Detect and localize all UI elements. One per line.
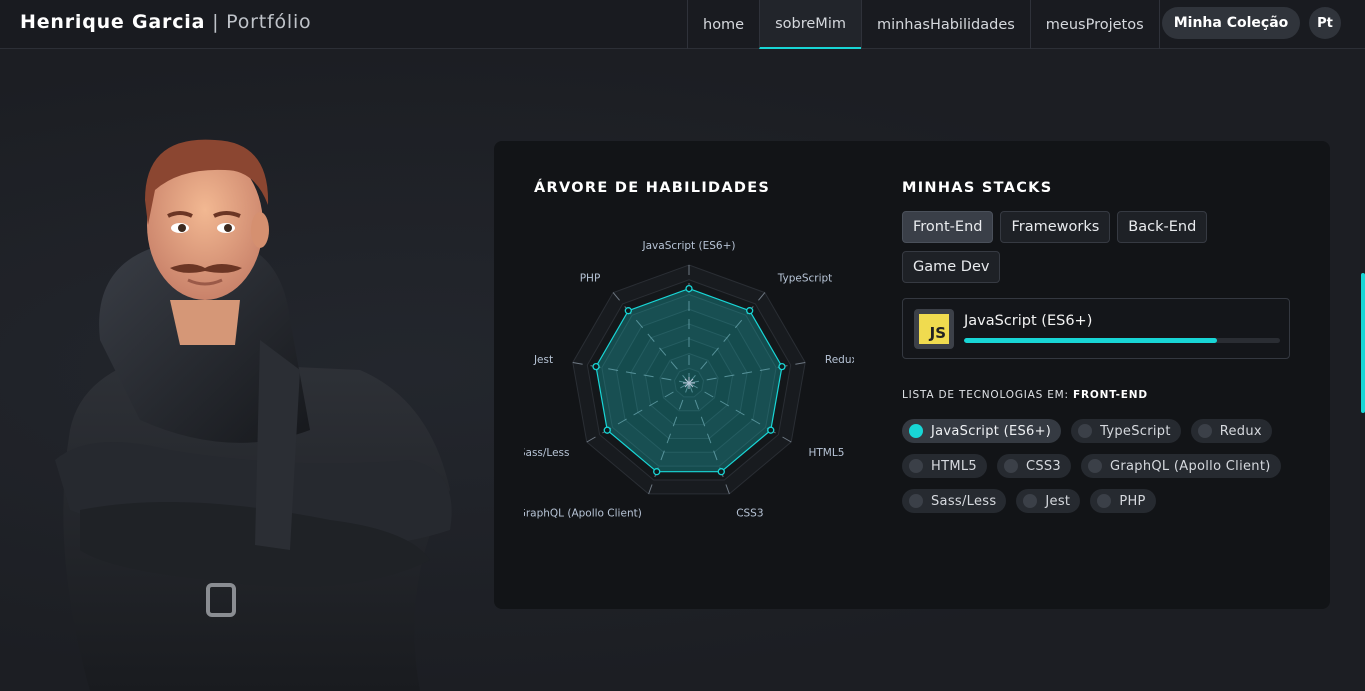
radar-axis-label: CSS3	[736, 508, 763, 520]
tech-chip-dot-icon	[1088, 459, 1103, 473]
skills-panel: ÁRVORE DE HABILIDADES JavaScript (ES6+) T…	[494, 141, 1330, 609]
nav-item-sobremim[interactable]: sobreMim	[759, 0, 861, 49]
tech-chip-dot-icon	[909, 459, 923, 473]
stack-selector: Front-End Frameworks Back-End Game Dev	[902, 211, 1292, 283]
brand-separator: |	[212, 11, 220, 33]
tech-chip-label: JavaScript (ES6+)	[931, 423, 1052, 439]
tech-chip[interactable]: HTML5	[902, 454, 987, 478]
language-button[interactable]: Pt	[1309, 7, 1341, 39]
radar-data-point	[624, 307, 632, 315]
stack-button-frameworks[interactable]: Frameworks	[1000, 211, 1111, 243]
stack-button-back-end[interactable]: Back-End	[1117, 211, 1208, 243]
tech-chip[interactable]: Jest	[1016, 489, 1081, 513]
top-navigation-bar: Henrique Garcia | Portfólio home sobreMi…	[0, 0, 1365, 49]
tech-chip-dot-icon	[1023, 494, 1038, 508]
tech-chip[interactable]: Redux	[1190, 419, 1272, 443]
radar-data-point	[685, 284, 693, 293]
tech-chip-label: CSS3	[1025, 458, 1062, 474]
selected-tech-card: JS JavaScript (ES6+)	[902, 298, 1290, 359]
tech-chip-label: TypeScript	[1100, 423, 1171, 439]
tech-chip-label: GraphQL (Apollo Client)	[1110, 458, 1271, 474]
stack-button-game-dev[interactable]: Game Dev	[902, 251, 1001, 283]
avatar-image	[55, 139, 452, 691]
tech-chip[interactable]: Sass/Less	[902, 489, 1007, 513]
tech-chip-label: PHP	[1119, 493, 1146, 509]
skill-tree-title: ÁRVORE DE HABILIDADES	[534, 180, 771, 196]
radar-axis-label: JavaScript (ES6+)	[642, 241, 736, 252]
radar-data-point	[592, 362, 600, 371]
tech-chip[interactable]: TypeScript	[1071, 419, 1181, 443]
radar-axis-label: Sass/Less	[524, 447, 569, 459]
radar-axis-label: HTML5	[809, 447, 845, 459]
brand-name: Henrique Garcia	[20, 11, 206, 33]
nav-item-meusprojetos[interactable]: meusProjetos	[1029, 0, 1160, 49]
tech-progress-bar	[964, 338, 1280, 343]
nav-item-minhashabilidades[interactable]: minhasHabilidades	[860, 0, 1030, 49]
tech-chip-dot-icon	[1078, 424, 1093, 438]
tech-list-title-prefix: LISTA DE TECNOLOGIAS EM:	[902, 389, 1069, 401]
radar-data-point	[653, 468, 661, 476]
brand-subtitle: Portfólio	[226, 11, 312, 33]
tech-chip-label: HTML5	[931, 458, 977, 474]
radar-axis-label: PHP	[580, 272, 601, 284]
tech-chip-label: Sass/Less	[931, 493, 997, 509]
nav-item-home[interactable]: home	[687, 0, 759, 49]
selected-tech-name: JavaScript (ES6+)	[964, 313, 1093, 329]
collection-button[interactable]: Minha Coleção	[1162, 7, 1300, 39]
radar-data-point	[746, 307, 754, 315]
brand[interactable]: Henrique Garcia | Portfólio	[20, 11, 311, 33]
scrollbar-thumb[interactable]	[1361, 273, 1365, 413]
tech-chip[interactable]: CSS3	[996, 454, 1072, 478]
radar-axis-label: TypeScript	[777, 272, 833, 284]
radar-data-point	[717, 468, 725, 476]
radar-axis-label: Redux	[825, 354, 854, 366]
radar-axis-label: GraphQL (Apollo Client)	[524, 508, 642, 520]
stack-button-front-end[interactable]: Front-End	[902, 211, 994, 243]
radar-data-point	[778, 362, 786, 371]
stacks-title: MINHAS STACKS	[902, 180, 1053, 196]
tech-chip-dot-icon	[1197, 424, 1212, 438]
tech-chip-dot-icon	[909, 494, 923, 508]
tech-list-title: LISTA DE TECNOLOGIAS EM: FRONT-END	[902, 389, 1148, 401]
skill-radar-chart: JavaScript (ES6+) TypeScript Redux HTML5 CSS…	[524, 241, 854, 520]
tech-chip[interactable]: PHP	[1090, 489, 1156, 513]
radar-axis-label: Jest	[533, 354, 553, 366]
tech-chip[interactable]: JavaScript (ES6+)	[902, 419, 1062, 443]
javascript-logo-text: JS	[919, 314, 949, 344]
radar-data-point	[767, 426, 775, 434]
radar-data-point	[603, 426, 611, 434]
tech-chip-dot-icon	[1003, 459, 1018, 473]
tech-list-title-value: FRONT-END	[1073, 389, 1148, 401]
tech-chip[interactable]: GraphQL (Apollo Client)	[1081, 454, 1281, 478]
tech-chip-label: Jest	[1045, 493, 1071, 509]
tech-chip-dot-icon	[1097, 494, 1112, 508]
tech-chip-label: Redux	[1219, 423, 1262, 439]
javascript-logo-icon: JS	[914, 309, 954, 349]
tech-progress-fill	[964, 338, 1217, 343]
tech-chip-dot-icon	[909, 424, 923, 438]
tech-list: JavaScript (ES6+) TypeScript Redux HTML5 CSS…	[902, 419, 1302, 513]
main-nav: home sobreMim minhasHabilidades meusProj…	[687, 0, 1160, 49]
